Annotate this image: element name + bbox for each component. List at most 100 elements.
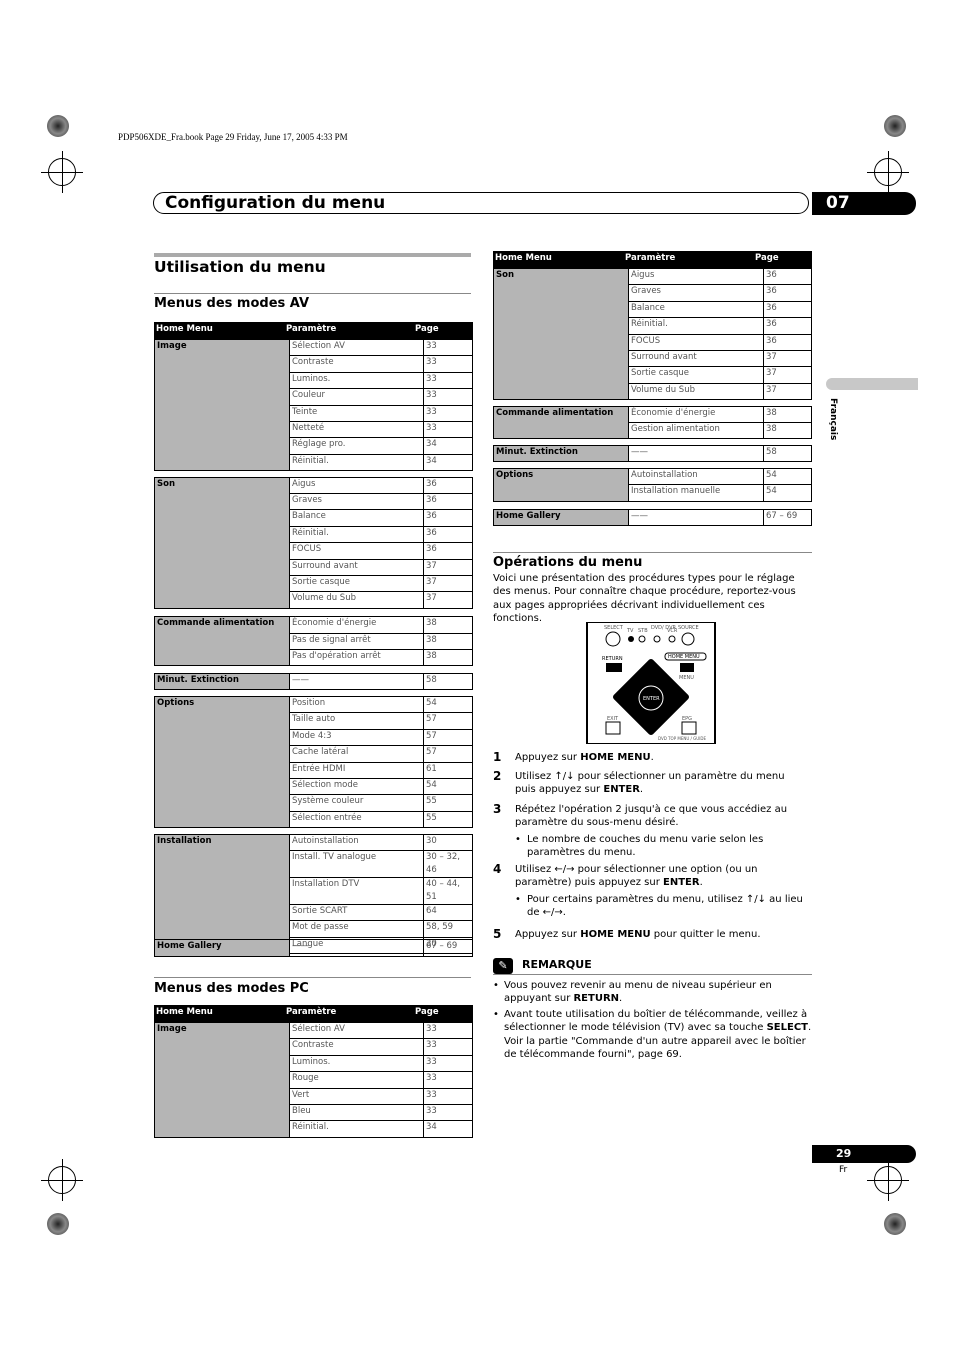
step-number: 4: [493, 862, 502, 876]
page-cell: 33: [423, 388, 473, 406]
remote-tv-label: TV: [626, 628, 634, 634]
page-cell: 61: [423, 761, 473, 779]
page-cell: 58, 59: [423, 920, 473, 938]
pc-title: Menus des modes PC: [154, 981, 309, 996]
parameter-cell: Économie d'énergie: [628, 405, 764, 423]
home-menu-cell: Home Gallery: [154, 939, 290, 957]
parameter-cell: Aigus: [289, 476, 424, 494]
column-header: Home Menu: [156, 1007, 213, 1017]
parameter-cell: Réinitial.: [289, 525, 424, 544]
step-number: 5: [493, 927, 502, 941]
registration-mark-icon: [867, 151, 909, 193]
page-cell: 33: [423, 1087, 473, 1105]
parameter-cell: Couleur: [289, 388, 424, 406]
parameter-cell: Autoinstallation: [628, 467, 764, 486]
page-cell: 40 – 44, 51: [423, 876, 473, 905]
table-row: Minut. Extinction —— 58: [154, 672, 473, 690]
page-cell: 37: [423, 591, 473, 609]
page-cell: 38: [423, 648, 473, 667]
page-cell: 37: [423, 558, 473, 576]
page-cell: 37: [763, 349, 812, 368]
parameter-cell: Volume du Sub: [628, 382, 764, 401]
page-cell: 67 – 69: [423, 939, 473, 957]
parameter-cell: Économie d'énergie: [289, 616, 424, 634]
page-cell: 38: [763, 421, 812, 440]
home-menu-cell: Son: [154, 476, 290, 609]
table-row: Son Aigus 36: [154, 476, 473, 609]
page-cell: 33: [423, 404, 473, 422]
remote-return-label: RETURN: [602, 656, 623, 662]
parameter-cell: Pas d'opération arrêt: [289, 648, 424, 667]
step-text: Utilisez ←/→ pour sélectionner une optio…: [515, 863, 805, 920]
parameter-cell: Sélection mode: [289, 777, 424, 796]
table-row: Commande alimentation Économie d'énergie 3…: [493, 405, 812, 440]
page-cell: 36: [423, 476, 473, 494]
home-menu-cell: Commande alimentation: [493, 405, 629, 440]
remote-exit-label: EXIT: [607, 716, 619, 722]
registration-mark-icon: [41, 151, 83, 193]
pencil-note-icon: ✎: [493, 958, 513, 974]
page-cell: 55: [423, 794, 473, 812]
page-cell: 57: [423, 712, 473, 730]
page-cell: 54: [763, 467, 812, 486]
parameter-cell: Graves: [628, 284, 764, 302]
page-cell: 58: [423, 672, 473, 690]
page-cell: 37: [763, 382, 812, 401]
page-cell: 33: [423, 1054, 473, 1073]
page: PDP506XDE_Fra.book Page 29 Friday, June …: [0, 0, 954, 1351]
parameter-cell: Teinte: [289, 404, 424, 422]
parameter-cell: ——: [289, 939, 424, 957]
remarque-item: Vous pouvez revenir au menu de niveau su…: [504, 980, 772, 1005]
section-rule: [154, 253, 471, 257]
table-row: Home Gallery —— 67 – 69: [493, 508, 812, 527]
crop-disc-icon: [47, 115, 69, 137]
step-text: Utilisez ↑/↓ pour sélectionner un paramè…: [515, 771, 785, 796]
parameter-cell: Surround avant: [628, 349, 764, 368]
step-text: Appuyez sur HOME MENU.: [515, 752, 654, 763]
page-cell: 57: [423, 728, 473, 747]
remote-control-illustration: SELECT TV STB DVD/ DVR VCR SOURCE RETURN…: [586, 622, 716, 744]
parameter-cell: Sortie casque: [628, 366, 764, 384]
page-cell: 36: [763, 317, 812, 335]
parameter-cell: Surround avant: [289, 558, 424, 576]
step-number: 3: [493, 802, 502, 816]
remote-stb-label: STB: [638, 628, 648, 634]
page-cell: 33: [423, 338, 473, 357]
page-cell: 34: [423, 453, 473, 472]
menu-group-home-gallery: Home Gallery —— 67 – 69: [154, 939, 473, 957]
menu-group-commande-alimentation: Commande alimentation Économie d'énergie 3…: [154, 616, 473, 667]
home-menu-cell: Minut. Extinction: [154, 672, 290, 690]
step-bullet: • Pour certains paramètres du menu, utili…: [515, 893, 803, 919]
remote-enter-label: ENTER: [643, 696, 660, 702]
table-row: Commande alimentation Économie d'énergie 3…: [154, 616, 473, 667]
parameter-cell: ——: [289, 672, 424, 690]
remarque-title: REMARQUE: [522, 958, 592, 971]
rule: [154, 293, 471, 294]
crop-disc-icon: [884, 115, 906, 137]
home-menu-cell: Options: [493, 467, 629, 502]
remote-menu-label: MENU: [679, 675, 694, 681]
parameter-cell: Mot de passe: [289, 920, 424, 938]
remote-select-label: SELECT: [604, 625, 624, 631]
page-cell: 33: [423, 420, 473, 439]
section-title: Utilisation du menu: [154, 258, 326, 276]
side-tab: [826, 378, 918, 390]
page-cell: 38: [763, 405, 812, 423]
menu-group-image: Image Sélection AV 33 Contraste 33 Luminos. 33…: [154, 1021, 473, 1138]
column-header: Page: [755, 253, 779, 263]
parameter-cell: Gestion alimentation: [628, 421, 764, 440]
av-title: Menus des modes AV: [154, 296, 310, 311]
home-menu-cell: Minut. Extinction: [493, 444, 629, 462]
step-text: Répétez l'opération 2 jusqu'à ce que vou…: [515, 803, 805, 860]
page-cell: 54: [763, 484, 812, 502]
registration-mark-icon: [41, 1159, 83, 1201]
table-row: Options Autoinstallation 54: [493, 467, 812, 502]
page-cell: 54: [423, 777, 473, 796]
parameter-cell: Vert: [289, 1087, 424, 1105]
step-text: Appuyez sur HOME MENU pour quitter le me…: [515, 929, 761, 940]
column-header: Page: [415, 1007, 439, 1017]
table-header: Home Menu Paramètre Page: [154, 1005, 473, 1022]
parameter-cell: Aigus: [628, 267, 764, 286]
page-cell: 38: [423, 632, 473, 650]
remote-vcr-label: VCR: [667, 628, 678, 634]
